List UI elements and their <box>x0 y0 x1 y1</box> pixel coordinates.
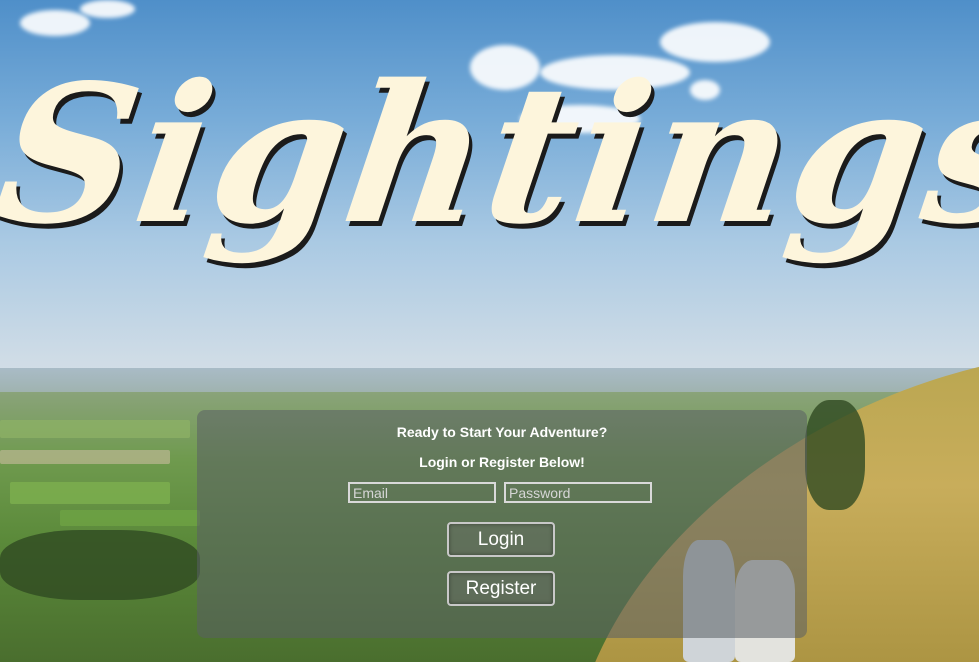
field-patch <box>0 450 170 464</box>
tree-line <box>805 400 865 510</box>
field-patch <box>60 510 200 526</box>
cloud <box>20 10 90 36</box>
register-button[interactable]: Register <box>447 571 555 606</box>
login-button[interactable]: Login <box>447 522 555 557</box>
panel-heading: Ready to Start Your Adventure? <box>396 424 608 440</box>
email-field[interactable] <box>348 482 496 503</box>
field-patch <box>10 482 170 504</box>
app-title: Sightings <box>0 43 979 266</box>
panel-subheading: Login or Register Below! <box>419 454 585 470</box>
password-field[interactable] <box>504 482 652 503</box>
field-patch <box>0 420 190 438</box>
landing-page: Sightings Ready to Start Your Adventure?… <box>0 0 979 662</box>
tree-line <box>0 530 200 600</box>
cloud <box>80 0 135 18</box>
login-panel: Ready to Start Your Adventure? Login or … <box>197 410 807 638</box>
